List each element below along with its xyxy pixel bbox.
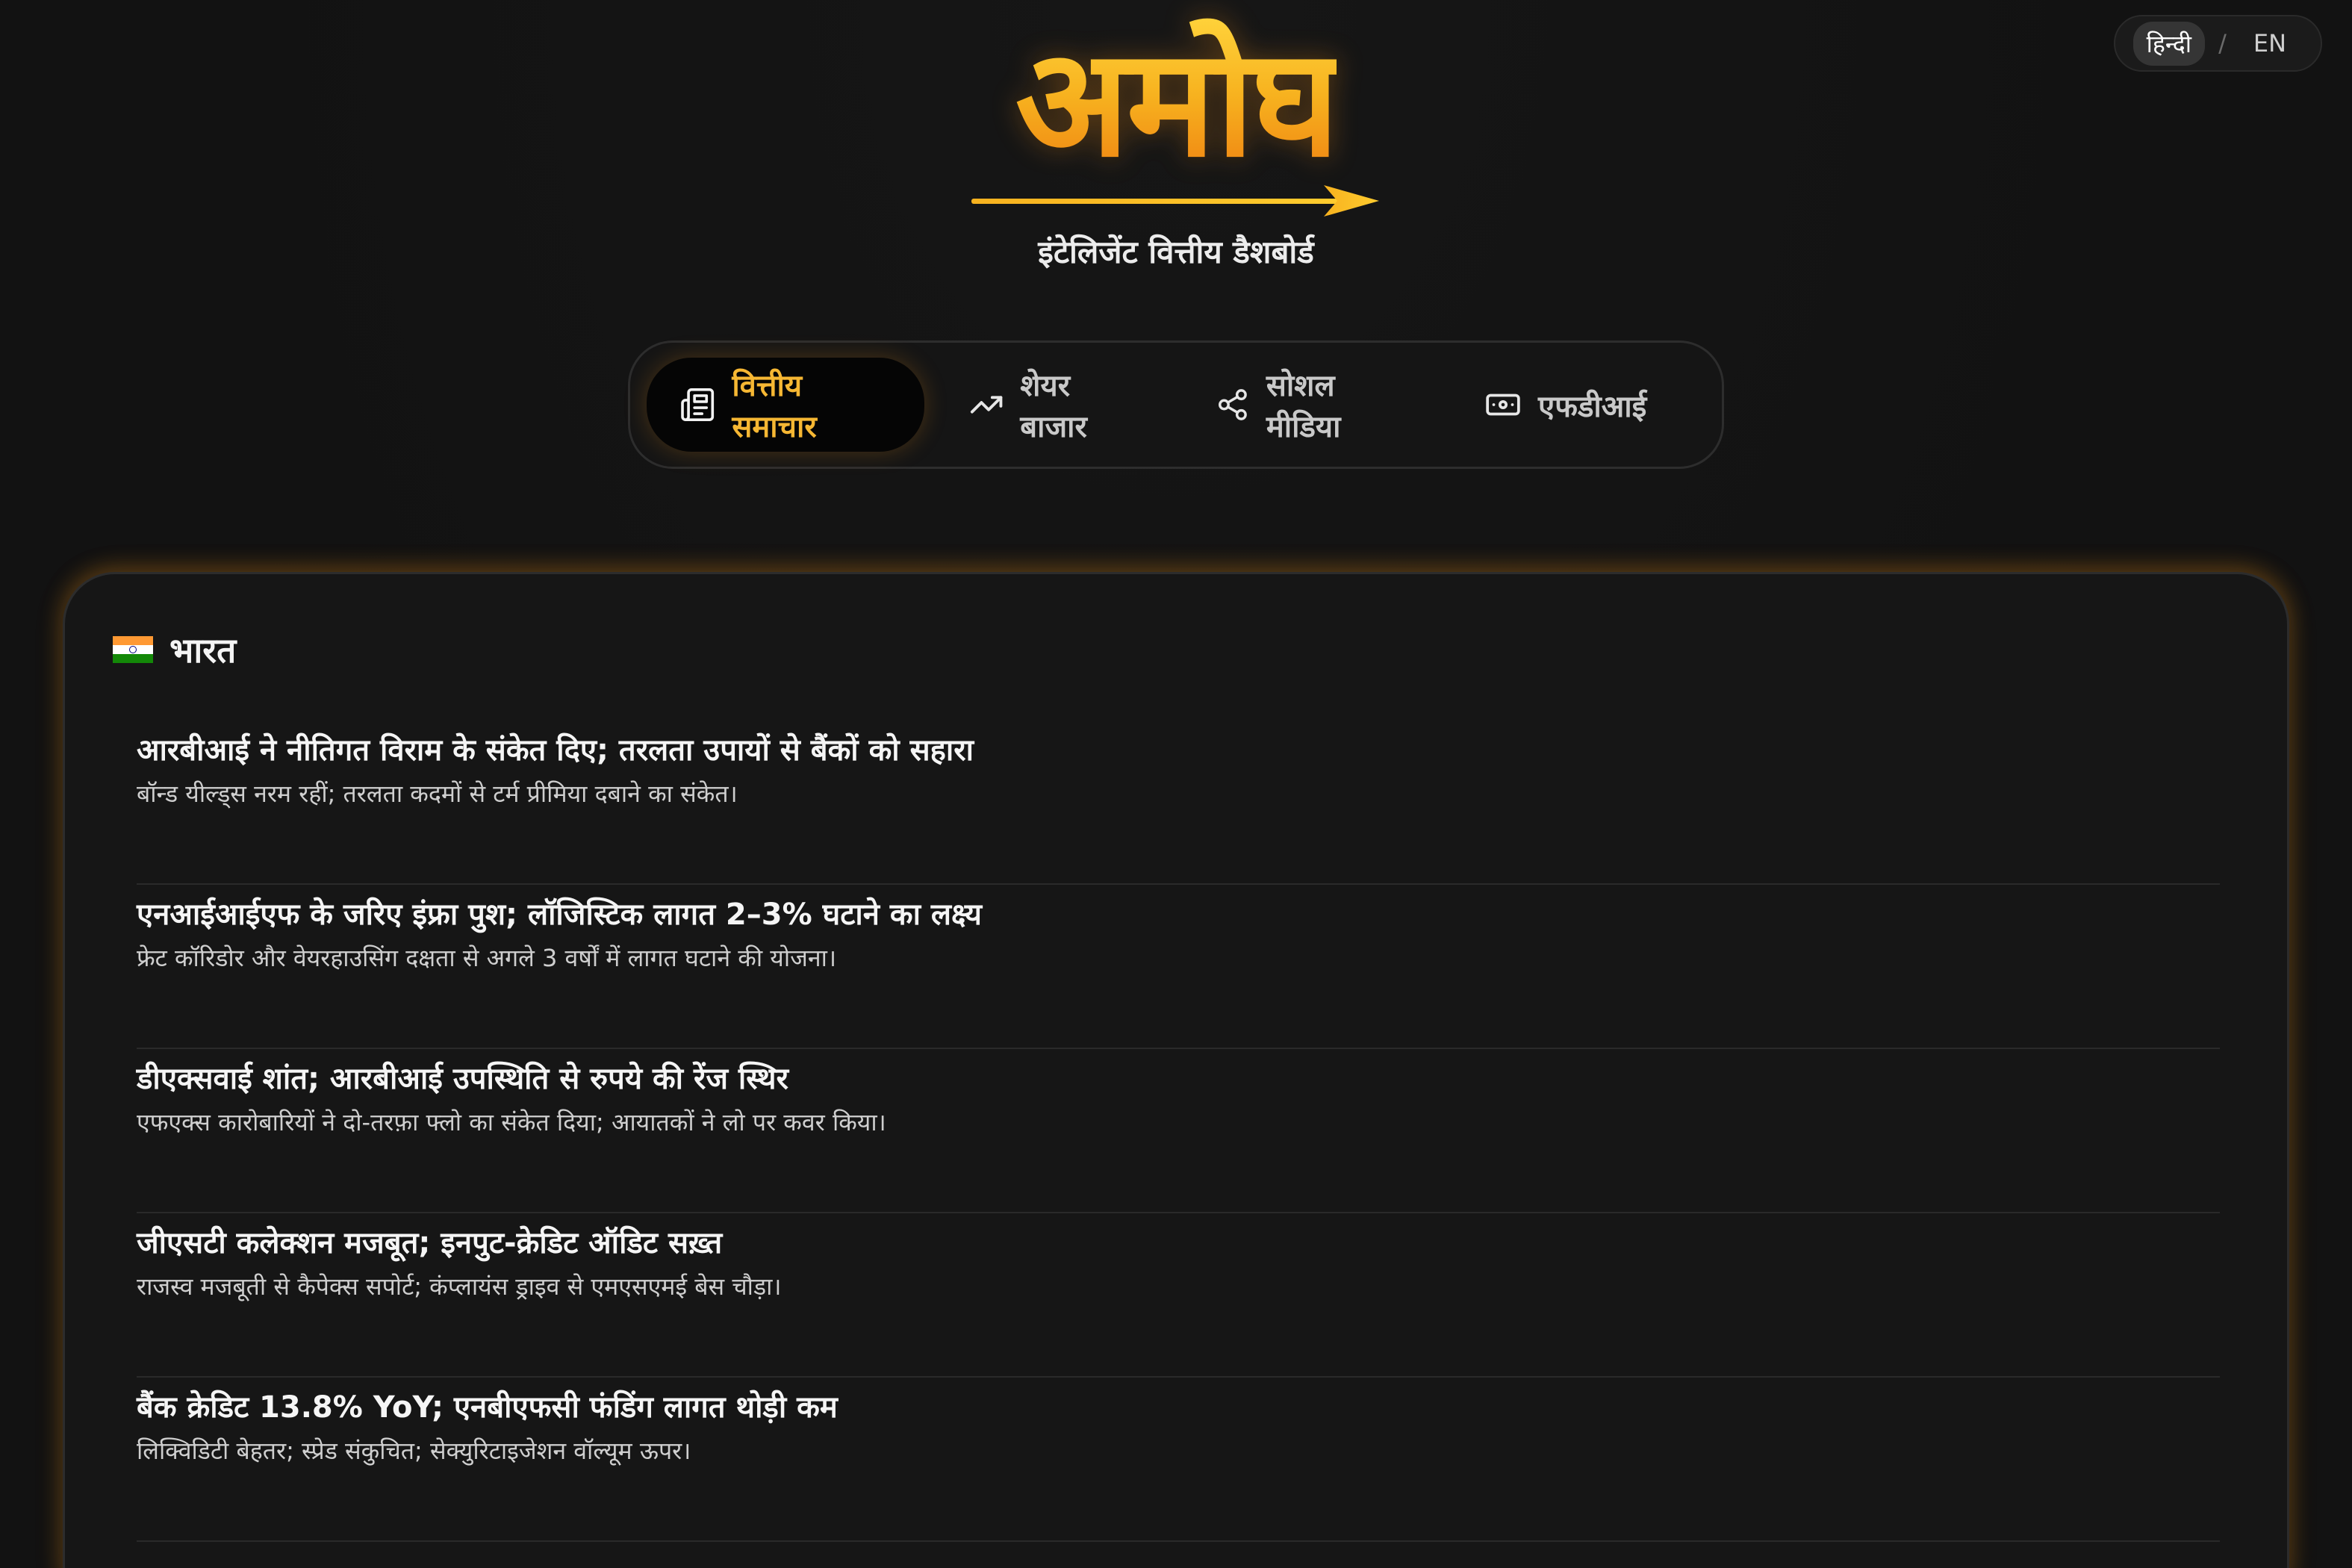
newspaper-icon (681, 388, 715, 421)
brand-logo: अमोघ (1015, 16, 1340, 190)
news-description: एफएक्स कारोबारियों ने दो-तरफ़ा फ्लो का स… (137, 1108, 886, 1136)
news-item[interactable]: डीएक्सवाई शांत; आरबीआई उपस्थिति से रुपये… (137, 1058, 2220, 1213)
news-title: डीएक्सवाई शांत; आरबीआई उपस्थिति से रुपये… (137, 1062, 788, 1096)
news-item[interactable]: एनआईआईएफ के जरिए इंफ्रा पुश; लॉजिस्टिक ल… (137, 894, 2220, 1049)
news-title: बैंक क्रेडिट 13.8% YoY; एनबीएफसी फंडिंग … (137, 1390, 838, 1425)
news-item[interactable]: बैंक क्रेडिट 13.8% YoY; एनबीएफसी फंडिंग … (137, 1387, 2220, 1542)
banknote-icon (1486, 393, 1520, 416)
tab-fdi[interactable]: एफडीआई (1440, 358, 1702, 452)
news-title: एनआईआईएफ के जरिए इंफ्रा पुश; लॉजिस्टिक ल… (137, 897, 982, 932)
news-description: फ्रेट कॉरिडोर और वेयरहाउसिंग दक्षता से अ… (137, 944, 837, 972)
india-flag-icon (113, 636, 153, 663)
tab-social-media[interactable]: सोशल मीडिया (1171, 358, 1440, 452)
news-card: भारत आरबीआई ने नीतिगत विराम के संकेत दिए… (63, 572, 2289, 1568)
tab-financial-news[interactable]: वित्तीय समाचार (647, 358, 924, 452)
tab-label: सोशल मीडिया (1266, 369, 1341, 444)
tab-label: वित्तीय समाचार (732, 369, 817, 444)
news-description: बॉन्ड यील्ड्स नरम रहीं; तरलता कदमों से ट… (137, 780, 738, 808)
news-list: आरबीआई ने नीतिगत विराम के संकेत दिए; तरल… (137, 721, 2220, 1542)
brand-subtitle: इंटेलिजेंट वित्तीय डैशबोर्ड (1038, 234, 1314, 270)
news-title: आरबीआई ने नीतिगत विराम के संकेत दिए; तरल… (137, 733, 974, 768)
tab-label: शेयर बाजार (1020, 369, 1087, 444)
tab-stock-market[interactable]: शेयर बाजार (924, 358, 1171, 452)
brand-header: अमोघ इंटेलिजेंट वित्तीय डैशबोर्ड (0, 18, 2352, 273)
main-tabs: वित्तीय समाचार शेयर बाजार सोशल मीडिया एफ… (628, 340, 1724, 469)
news-title: जीएसटी कलेक्शन मजबूत; इनपुट-क्रेडिट ऑडिट… (137, 1226, 723, 1260)
news-description: राजस्व मजबूती से कैपेक्स सपोर्ट; कंप्लाय… (137, 1272, 782, 1301)
news-item[interactable]: जीएसटी कलेक्शन मजबूत; इनपुट-क्रेडिट ऑडिट… (137, 1222, 2220, 1378)
tab-label: एफडीआई (1538, 389, 1647, 424)
news-item[interactable]: आरबीआई ने नीतिगत विराम के संकेत दिए; तरल… (137, 729, 2220, 885)
section-title: भारत (169, 630, 237, 671)
app-root: हिन्दी / EN अमोघ इंटेलिजेंट वित्तीय डैशब… (0, 0, 2352, 1568)
section-heading: भारत (113, 626, 236, 673)
news-description: लिक्विडिटी बेहतर; स्प्रेड संकुचित; सेक्य… (137, 1437, 691, 1465)
trending-up-icon (970, 396, 1003, 414)
share-icon (1219, 389, 1247, 420)
